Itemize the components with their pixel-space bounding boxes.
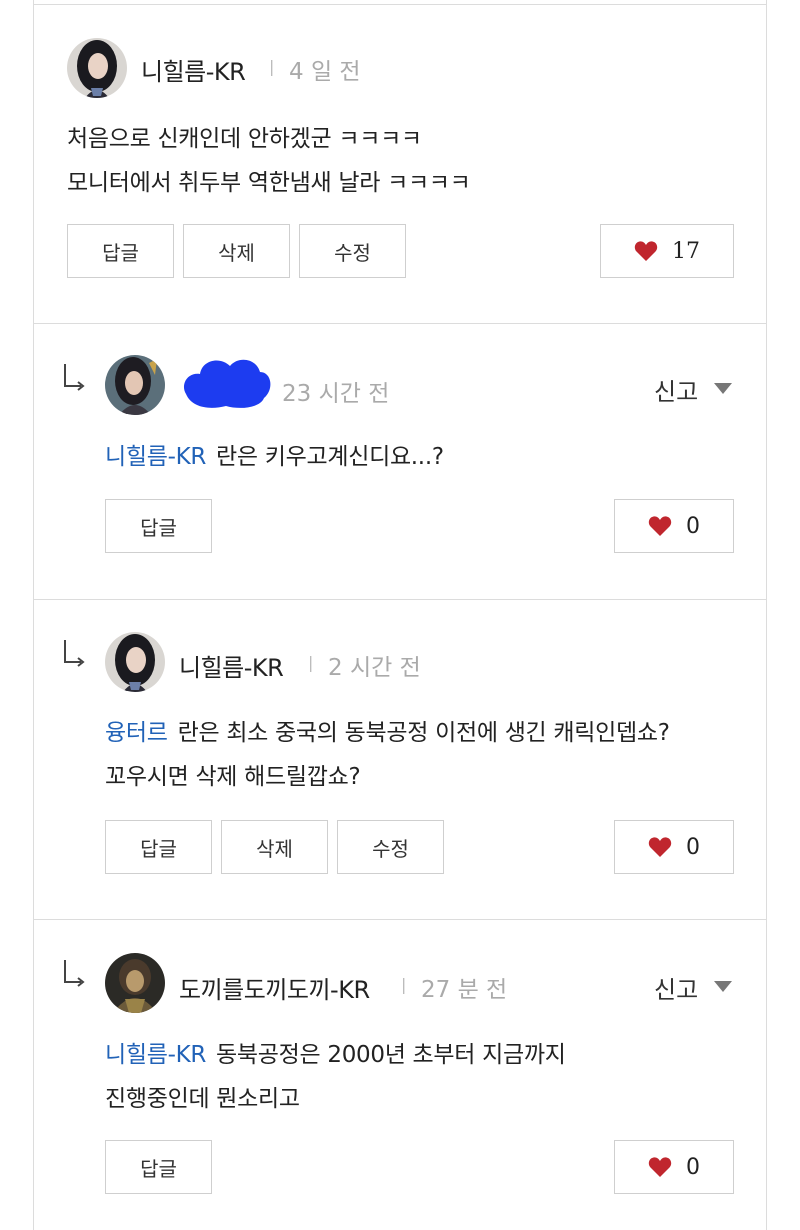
like-count: 17 <box>672 238 700 264</box>
comment-text-line: 꼬우시면 삭제 해드릴깝쇼? <box>105 764 361 790</box>
reply-button[interactable]: 답글 <box>105 499 212 553</box>
reply-button[interactable]: 답글 <box>67 224 174 278</box>
avatar[interactable] <box>105 355 165 415</box>
timestamp: 27 분 전 <box>421 977 508 1003</box>
comment-text-line: 진행중인데 뭔소리고 <box>105 1086 300 1112</box>
mention-link[interactable]: 니힐름-KR <box>105 1042 206 1068</box>
like-button[interactable]: 0 <box>614 499 734 553</box>
edit-button[interactable]: 수정 <box>299 224 406 278</box>
separator: | <box>401 975 407 994</box>
comment-text-line: 융터르 란은 최소 중국의 동북공정 이전에 생긴 캐릭인뎁쇼? <box>105 713 670 747</box>
heart-icon <box>648 1157 672 1177</box>
separator: | <box>269 57 275 76</box>
reply-button[interactable]: 답글 <box>105 820 212 874</box>
comment-text: 란은 최소 중국의 동북공정 이전에 생긴 캐릭인뎁쇼? <box>177 720 670 746</box>
heart-icon <box>634 241 658 261</box>
author-name[interactable]: 니힐름-KR <box>141 52 246 87</box>
timestamp: 2 시간 전 <box>328 655 421 681</box>
comment-text-line: 니힐름-KR 란은 키우고계신디요...? <box>105 437 444 471</box>
delete-button[interactable]: 삭제 <box>221 820 328 874</box>
heart-icon <box>648 837 672 857</box>
avatar[interactable] <box>67 38 127 98</box>
like-count: 0 <box>686 834 700 860</box>
heart-icon <box>648 516 672 536</box>
report-button[interactable]: 신고 <box>654 372 698 407</box>
avatar[interactable] <box>105 953 165 1013</box>
report-button[interactable]: 신고 <box>654 970 698 1005</box>
timestamp: 4 일 전 <box>289 59 361 85</box>
reply-button[interactable]: 답글 <box>105 1140 212 1194</box>
comment-text-line: 니힐름-KR 동북공정은 2000년 초부터 지금까지 <box>105 1035 566 1069</box>
comment-text: 란은 키우고계신디요...? <box>216 444 444 470</box>
mention-link[interactable]: 니힐름-KR <box>105 444 206 470</box>
reply-arrow-icon <box>64 364 85 391</box>
chevron-down-icon[interactable] <box>714 383 732 394</box>
comment-item: 니힐름-KR | 2 시간 전 융터르 란은 최소 중국의 동북공정 이전에 생긴… <box>34 600 766 920</box>
avatar[interactable] <box>105 632 165 692</box>
author-name[interactable]: 도끼를도끼도끼-KR <box>179 970 370 1005</box>
like-count: 0 <box>686 513 700 539</box>
comment-text-line: 모니터에서 취두부 역한냄새 날라 ㅋㅋㅋㅋ <box>67 170 471 196</box>
like-count: 0 <box>686 1154 700 1180</box>
author-name[interactable]: 니힐름-KR <box>179 648 284 683</box>
separator: | <box>308 653 314 672</box>
comment-text: 동북공정은 2000년 초부터 지금까지 <box>216 1042 566 1068</box>
redacted-name-blob <box>183 359 271 408</box>
chevron-down-icon[interactable] <box>714 981 732 992</box>
edit-button[interactable]: 수정 <box>337 820 444 874</box>
reply-arrow-icon <box>64 640 85 667</box>
timestamp: 23 시간 전 <box>282 381 390 407</box>
reply-arrow-icon <box>64 960 85 987</box>
like-button[interactable]: 0 <box>614 1140 734 1194</box>
comment-item: 23 시간 전 신고 니힐름-KR 란은 키우고계신디요...? 답글 0 <box>34 324 766 600</box>
comment-text-line: 처음으로 신캐인데 안하겠군 ㅋㅋㅋㅋ <box>67 126 422 152</box>
mention-link[interactable]: 융터르 <box>105 720 168 746</box>
delete-button[interactable]: 삭제 <box>183 224 290 278</box>
comment-item: 니힐름-KR | 4 일 전 처음으로 신캐인데 안하겠군 ㅋㅋㅋㅋ 모니터에서… <box>34 5 766 324</box>
comment-thread: 니힐름-KR | 4 일 전 처음으로 신캐인데 안하겠군 ㅋㅋㅋㅋ 모니터에서… <box>33 0 767 1230</box>
like-button[interactable]: 0 <box>614 820 734 874</box>
like-button[interactable]: 17 <box>600 224 734 278</box>
comment-item: 도끼를도끼도끼-KR | 27 분 전 신고 니힐름-KR 동북공정은 2000년… <box>34 920 766 1230</box>
